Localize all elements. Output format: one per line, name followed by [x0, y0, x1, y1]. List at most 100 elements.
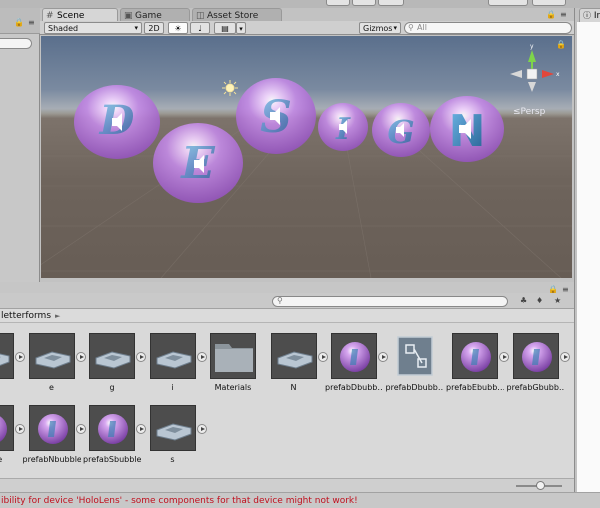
bubble-prefab-icon [28, 405, 75, 451]
scene-search-input[interactable]: ⚲ All [404, 22, 572, 34]
speaker-icon: ♩ [198, 24, 202, 33]
chevron-right-icon: ► [55, 312, 61, 320]
asset-item[interactable]: e [28, 333, 87, 393]
lighting-toggle[interactable]: ☀ [168, 22, 188, 34]
project-footer [0, 478, 574, 492]
asset-label: N [290, 383, 297, 392]
scene-toolbar: Shaded ▾ 2D ☀ ♩ ▤ ▾ Gizmos ▾ ⚲ All [40, 21, 574, 35]
gizmo-neg-x-axis[interactable] [510, 70, 522, 78]
asset-item[interactable]: prefabEbubb… [446, 333, 510, 393]
scene-view[interactable]: D E S I G [41, 36, 572, 278]
lock-icon[interactable]: 🔒 [14, 19, 24, 27]
expand-arrow-icon[interactable] [196, 424, 207, 434]
toggle-2d-label: 2D [148, 24, 160, 33]
hierarchy-search-input[interactable] [0, 38, 32, 49]
expand-arrow-icon[interactable] [15, 424, 25, 434]
search-icon: ⚲ [408, 23, 414, 32]
layers-dropdown[interactable] [488, 0, 528, 6]
bubble-n[interactable]: N [430, 96, 504, 162]
expand-arrow-icon[interactable] [499, 352, 509, 362]
expand-arrow-icon[interactable] [15, 352, 25, 362]
step-button[interactable] [378, 0, 404, 6]
tab-scene-label: Scene [57, 11, 85, 21]
gizmo-y-axis[interactable] [528, 50, 536, 62]
orientation-gizmo[interactable]: x y [510, 43, 560, 92]
expand-arrow-icon[interactable] [136, 424, 146, 434]
play-button[interactable] [326, 0, 350, 6]
chevron-down-icon: ▾ [393, 24, 397, 32]
asset-item[interactable]: Materials [210, 333, 268, 393]
letter-model-icon [149, 333, 196, 379]
tab-asset-store[interactable]: ◫ Asset Store [192, 8, 282, 22]
asset-label: g [109, 383, 115, 392]
shading-mode-value: Shaded [48, 24, 79, 33]
bubble-i[interactable]: I [318, 103, 368, 151]
asset-item[interactable]: s [149, 405, 208, 465]
chevron-down-icon: ▾ [134, 24, 138, 32]
gizmo-center[interactable] [526, 68, 538, 80]
bubble-prefab-icon [89, 405, 135, 451]
expand-arrow-icon[interactable] [317, 352, 328, 362]
asset-grid: e g i Materials NprefabDbubb… prefabDbubb… pre… [0, 323, 574, 478]
effects-dropdown[interactable]: ▾ [236, 22, 246, 34]
tab-inspector[interactable]: ⓘ In [579, 8, 600, 22]
asset-item[interactable]: g [89, 333, 147, 393]
breadcrumb-folder[interactable]: letterforms [1, 311, 51, 321]
bubble-e[interactable]: E [153, 123, 243, 203]
letter-model-icon [270, 333, 317, 379]
expand-arrow-icon[interactable] [559, 352, 570, 362]
layout-dropdown[interactable] [532, 0, 566, 6]
gizmo-neg-y-axis[interactable] [528, 82, 536, 92]
filter-by-label-icon[interactable]: ♦ [536, 297, 543, 305]
console-status-bar[interactable]: ibility for device 'HoloLens' - some com… [0, 492, 600, 508]
expand-arrow-icon[interactable] [136, 352, 146, 362]
panel-menu-icon[interactable]: ≡ [28, 19, 35, 27]
tab-asset-store-label: Asset Store [207, 11, 259, 21]
filter-by-type-icon[interactable]: ♣ [520, 297, 527, 305]
letter-model-icon [0, 333, 14, 379]
perspective-label[interactable]: ≤Persp [513, 107, 545, 117]
bubble-g[interactable]: G [372, 103, 430, 157]
inspector-body [577, 22, 600, 498]
tab-game[interactable]: ▣ Game [120, 8, 190, 22]
bubble-d[interactable]: D [74, 85, 160, 159]
directional-light-icon [222, 80, 238, 96]
expand-arrow-icon[interactable] [196, 352, 207, 362]
bubble-s[interactable]: S [236, 78, 316, 154]
asset-label: prefabDbubb… [325, 383, 383, 392]
svg-text:y: y [530, 43, 534, 50]
gizmo-x-axis[interactable] [542, 70, 554, 78]
favorite-star-icon[interactable]: ★ [554, 297, 561, 305]
asset-item[interactable]: i [149, 333, 208, 393]
asset-item[interactable]: N [270, 333, 329, 393]
scene-menu-icon[interactable]: ≡ [560, 11, 567, 19]
asset-label: prefabDbubb… [385, 383, 444, 392]
asset-item[interactable]: prefabNbubble [23, 405, 87, 465]
pause-button[interactable] [352, 0, 376, 6]
expand-arrow-icon[interactable] [75, 352, 86, 362]
asset-item[interactable]: prefabDbubb… [386, 333, 450, 393]
unity-editor-window: 🔒 ≡ # Scene ▣ Game ◫ Asset Store 🔒 ≡ Sha… [0, 0, 600, 508]
toggle-2d-button[interactable]: 2D [144, 22, 164, 34]
status-message: ibility for device 'HoloLens' - some com… [1, 496, 358, 506]
effects-toggle[interactable]: ▤ [214, 22, 236, 34]
expand-arrow-icon[interactable] [75, 424, 86, 434]
asset-item[interactable]: prefabGbubb… [507, 333, 571, 393]
asset-label: Materials [214, 383, 252, 392]
image-icon: ▤ [221, 24, 229, 33]
shading-mode-dropdown[interactable]: Shaded ▾ [44, 22, 142, 34]
asset-item[interactable]: prefabSbubble [83, 405, 147, 465]
asset-label: ubble [0, 455, 20, 464]
bubble-prefab-icon [0, 405, 14, 451]
scene-search-placeholder: All [417, 23, 427, 32]
folder-icon [210, 333, 256, 379]
asset-item[interactable]: prefabDbubb… [325, 333, 389, 393]
tab-scene[interactable]: # Scene [42, 8, 118, 22]
slider-handle[interactable] [536, 481, 545, 490]
audio-toggle[interactable]: ♩ [190, 22, 210, 34]
scene-lock-icon[interactable]: 🔒 [546, 11, 556, 19]
gizmos-dropdown[interactable]: Gizmos ▾ [359, 22, 401, 34]
project-search-input[interactable]: ⚲ [272, 296, 508, 307]
gizmo-lock-icon[interactable]: 🔒 [556, 40, 566, 49]
expand-arrow-icon[interactable] [378, 352, 388, 362]
